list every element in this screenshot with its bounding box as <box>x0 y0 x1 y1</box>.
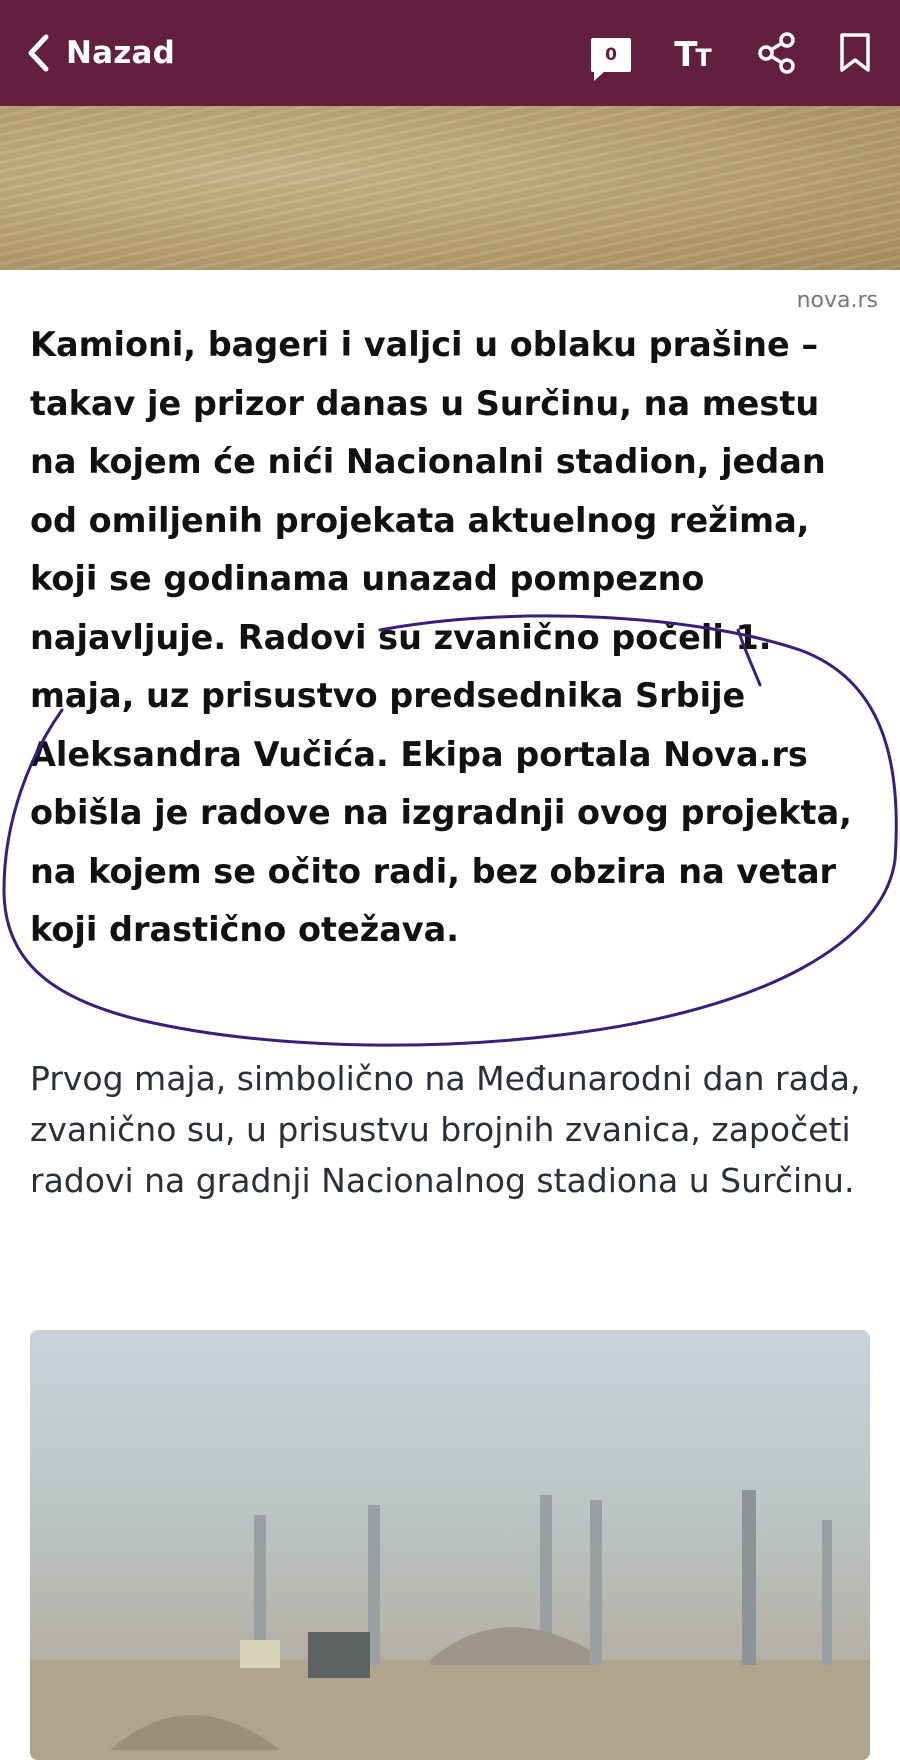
back-label: Nazad <box>66 35 176 71</box>
share-button[interactable] <box>752 30 802 80</box>
construction-photo <box>30 1330 870 1760</box>
chevron-left-icon <box>26 33 50 73</box>
comment-bubble-icon: 0 <box>591 38 631 81</box>
share-icon <box>756 31 798 79</box>
comment-count: 0 <box>605 45 617 65</box>
bookmark-button[interactable] <box>830 30 880 80</box>
bookmark-icon <box>838 32 872 79</box>
text-size-button[interactable]: TT <box>668 30 718 80</box>
text-size-icon: TT <box>674 35 712 75</box>
article-body-paragraph: Prvog maja, simbolično na Međunarodni da… <box>30 1059 861 1200</box>
top-bar: Nazad 0 TT <box>0 0 900 106</box>
back-button[interactable]: Nazad <box>26 26 175 80</box>
article-lead: Kamioni, bageri i valjci u oblaku prašin… <box>30 325 852 949</box>
photo-credit: nova.rs <box>796 288 878 313</box>
hero-image <box>0 106 900 270</box>
comments-button[interactable]: 0 <box>586 30 636 81</box>
